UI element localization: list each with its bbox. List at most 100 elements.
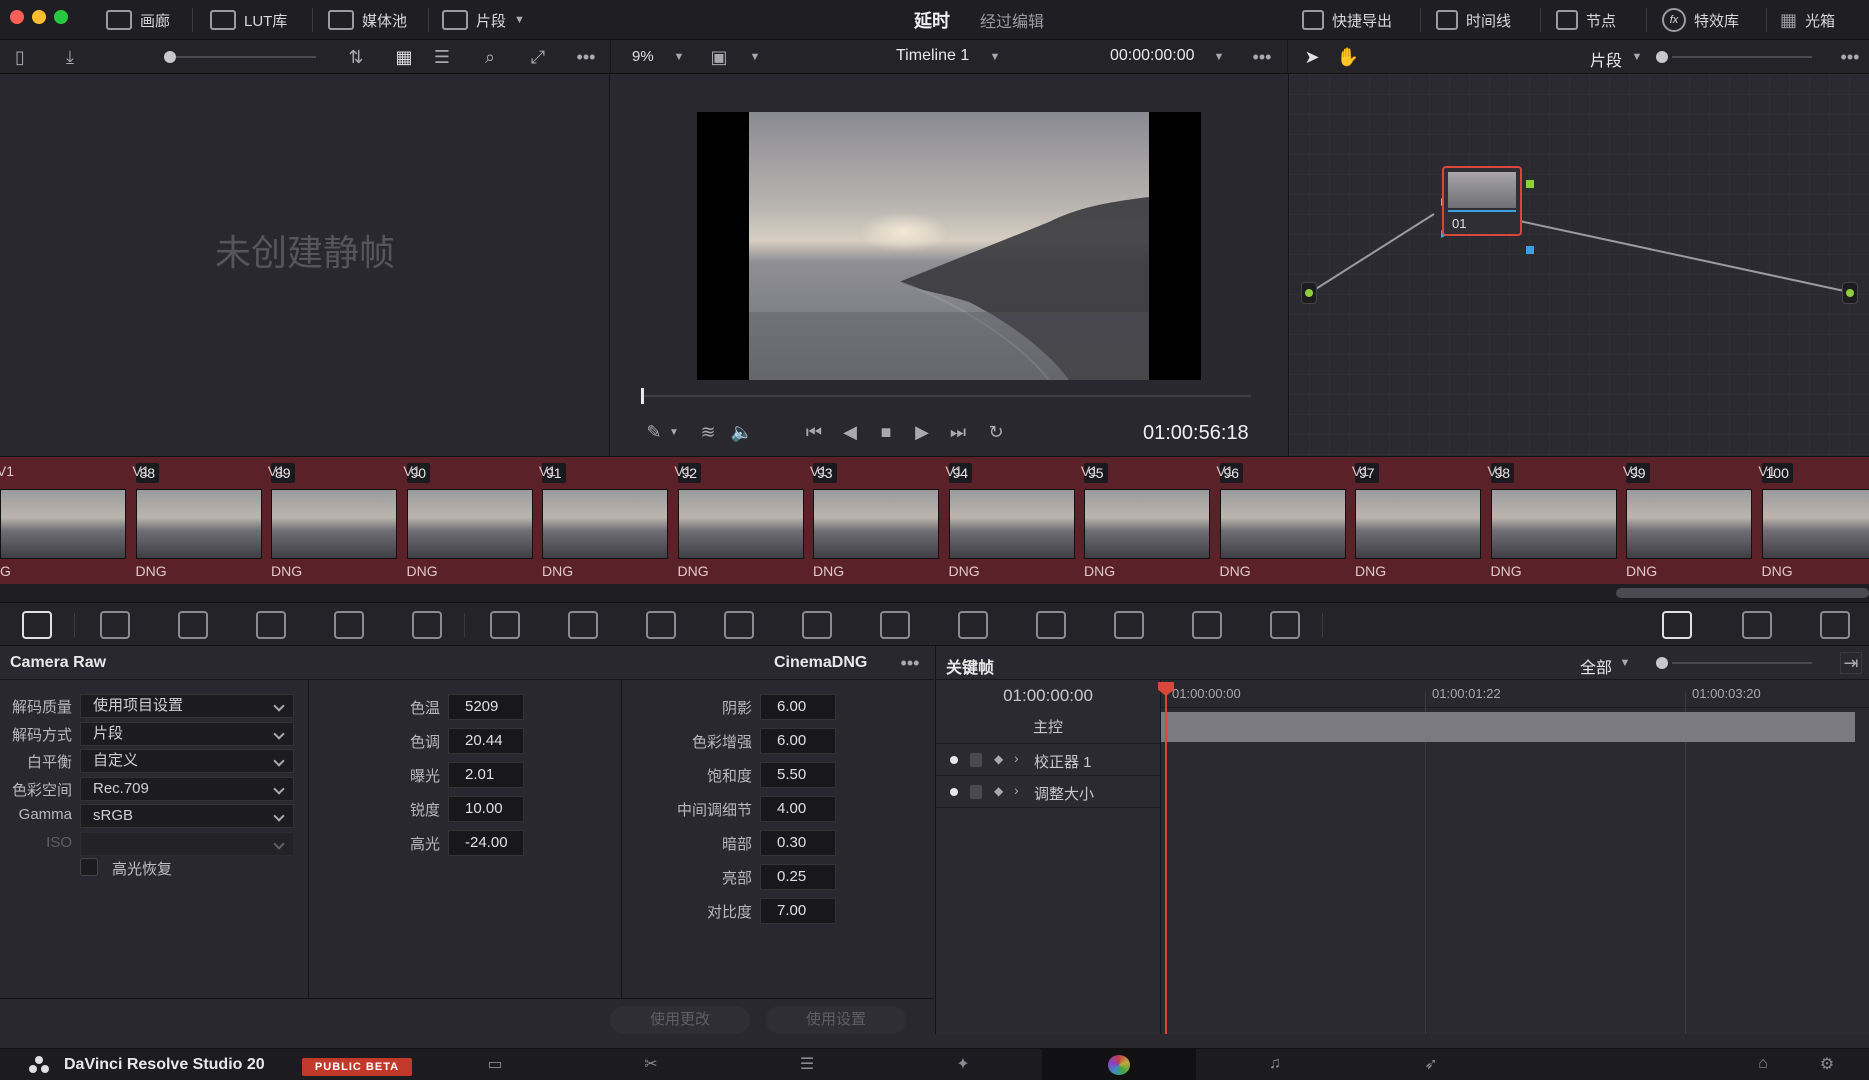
raw-dropdown[interactable]: Rec.709 xyxy=(80,776,294,801)
clip-item[interactable]: 90 V1 DNG xyxy=(295,457,533,585)
raw-param-input[interactable]: 0.30 xyxy=(760,830,836,856)
media-pool-toggle[interactable]: 媒体池 xyxy=(328,0,407,40)
settings-gear-icon[interactable]: ⚙ xyxy=(1816,1055,1838,1073)
clip-item[interactable]: 95 V1 DNG xyxy=(972,457,1210,585)
timeline-selector[interactable]: Timeline 1 xyxy=(896,47,969,65)
keyframe-ruler[interactable] xyxy=(1161,680,1869,708)
clip-item[interactable]: 89 V1 DNG xyxy=(159,457,397,585)
thumbnail-size-slider[interactable] xyxy=(168,56,316,58)
scrubber-playhead[interactable] xyxy=(641,388,644,404)
raw-dropdown[interactable] xyxy=(80,831,294,856)
clip-item[interactable]: 100 V1 DNG xyxy=(1650,457,1869,585)
clip-item[interactable]: 92 V1 DNG xyxy=(566,457,804,585)
clip-scrollbar[interactable] xyxy=(0,584,1869,602)
source-timecode[interactable]: 00:00:00:00 xyxy=(1110,47,1195,65)
keyframe-zoom-handle[interactable] xyxy=(1656,657,1668,669)
rgb-mixer-icon[interactable] xyxy=(334,611,364,639)
pointer-icon[interactable]: ➤ xyxy=(1300,46,1324,68)
skip-to-end-icon[interactable]: ⏭ xyxy=(945,420,971,444)
more-options-icon[interactable]: ••• xyxy=(574,46,598,68)
highlight-recovery-checkbox[interactable] xyxy=(80,858,98,876)
fullscreen-icon[interactable]: ⤢ xyxy=(526,46,550,68)
raw-dropdown[interactable]: sRGB xyxy=(80,804,294,828)
layers-icon[interactable]: ≋ xyxy=(695,420,721,444)
keyframe-diamond-icon[interactable]: ◆ xyxy=(994,752,1003,766)
color-warper-icon[interactable] xyxy=(568,611,598,639)
qualifier-icon[interactable] xyxy=(646,611,676,639)
keyframe-filter[interactable]: 全部 xyxy=(1580,654,1612,678)
color-wheels-icon[interactable] xyxy=(178,611,208,639)
more-options-icon[interactable]: ••• xyxy=(1248,46,1276,68)
raw-dropdown[interactable]: 使用项目设置 xyxy=(80,694,294,718)
scopes-icon[interactable] xyxy=(1742,611,1772,639)
download-icon[interactable]: ⤓ xyxy=(58,46,82,68)
raw-param-input[interactable]: 0.25 xyxy=(760,864,836,890)
tracker-icon[interactable] xyxy=(880,611,910,639)
grid-view-icon[interactable]: ▦ xyxy=(392,46,416,68)
stop-icon[interactable]: ■ xyxy=(873,420,899,444)
fairlight-page-icon[interactable]: ♫ xyxy=(1264,1055,1286,1073)
keyframe-playhead-line[interactable] xyxy=(1165,692,1167,1034)
keyframe-zoom-slider[interactable] xyxy=(1672,662,1812,664)
raw-param-input[interactable]: 7.00 xyxy=(760,898,836,924)
window-icon[interactable] xyxy=(802,611,832,639)
hand-icon[interactable]: ✋ xyxy=(1336,46,1360,68)
enable-dot[interactable] xyxy=(950,756,958,764)
timeline-toggle[interactable]: 时间线 xyxy=(1436,0,1511,40)
sizing-icon[interactable] xyxy=(1192,611,1222,639)
eyedropper-icon[interactable]: ✎ xyxy=(641,420,667,444)
color-match-icon[interactable] xyxy=(100,611,130,639)
magic-mask-icon[interactable] xyxy=(958,611,988,639)
clip-item[interactable]: 99 V1 DNG xyxy=(1514,457,1752,585)
source-input-node[interactable] xyxy=(1301,282,1317,304)
chevron-down-icon[interactable]: ▼ xyxy=(1210,46,1228,68)
cut-page-icon[interactable]: ✂ xyxy=(640,1055,662,1073)
minimize-window-button[interactable] xyxy=(32,10,46,24)
enable-dot[interactable] xyxy=(950,788,958,796)
output-node[interactable] xyxy=(1842,282,1858,304)
skip-to-start-icon[interactable]: ⏮ xyxy=(801,420,827,444)
expand-icon[interactable]: ⇥ xyxy=(1840,652,1862,674)
stereo-3d-icon[interactable] xyxy=(1270,611,1300,639)
node-output-key[interactable] xyxy=(1526,246,1534,254)
raw-param-input[interactable]: 6.00 xyxy=(760,694,836,720)
effects-toggle[interactable]: fx 特效库 xyxy=(1662,0,1739,40)
keyframe-track-resize[interactable]: ◆ › 调整大小 xyxy=(936,776,1160,808)
nodes-toggle[interactable]: 节点 xyxy=(1556,0,1616,40)
raw-param-input[interactable]: -24.00 xyxy=(448,830,524,856)
sidebar-toggle-icon[interactable]: ▯ xyxy=(8,46,32,68)
node-editor[interactable]: 01 xyxy=(1288,74,1869,456)
loop-icon[interactable]: ↻ xyxy=(983,420,1009,444)
node-mode-selector[interactable]: 片段 xyxy=(1590,47,1622,71)
chevron-down-icon[interactable]: ▼ xyxy=(986,46,1004,68)
clips-toggle[interactable]: 片段 ▼ xyxy=(442,0,525,40)
quick-export-button[interactable]: 快捷导出 xyxy=(1302,0,1392,40)
lock-icon[interactable] xyxy=(970,785,982,799)
clip-item[interactable]: 94 V1 DNG xyxy=(837,457,1075,585)
search-icon[interactable]: ⌕ xyxy=(478,46,502,68)
use-changes-button[interactable]: 使用更改 xyxy=(610,1006,750,1034)
blur-icon[interactable] xyxy=(1036,611,1066,639)
chevron-down-icon[interactable]: ▼ xyxy=(670,46,688,68)
chevron-down-icon[interactable]: ▼ xyxy=(746,46,764,68)
clip-item[interactable]: 96 V1 DNG xyxy=(1108,457,1346,585)
color-page-tab-active[interactable] xyxy=(1042,1049,1196,1080)
keyframe-track-master[interactable]: 主控 xyxy=(936,712,1160,744)
keyframe-track-corrector[interactable]: ◆ › 校正器 1 xyxy=(936,744,1160,776)
motion-effects-icon[interactable] xyxy=(412,611,442,639)
chevron-right-icon[interactable]: › xyxy=(1014,782,1019,798)
corrector-node-01[interactable]: 01 xyxy=(1442,166,1522,236)
sort-icon[interactable]: ⇅ xyxy=(344,46,368,68)
scrubber-track[interactable] xyxy=(641,395,1251,397)
raw-param-input[interactable]: 10.00 xyxy=(448,796,524,822)
key-icon[interactable] xyxy=(1114,611,1144,639)
play-icon[interactable]: ▶ xyxy=(909,420,935,444)
home-icon[interactable]: ⌂ xyxy=(1752,1055,1774,1073)
close-window-button[interactable] xyxy=(10,10,24,24)
lut-browser-toggle[interactable]: LUT库 xyxy=(210,0,287,40)
clip-item[interactable]: 98 V1 DNG xyxy=(1379,457,1617,585)
list-view-icon[interactable]: ☰ xyxy=(430,46,454,68)
clip-item[interactable]: 97 V1 DNG xyxy=(1243,457,1481,585)
raw-dropdown[interactable]: 片段 xyxy=(80,721,294,746)
raw-param-input[interactable]: 4.00 xyxy=(760,796,836,822)
